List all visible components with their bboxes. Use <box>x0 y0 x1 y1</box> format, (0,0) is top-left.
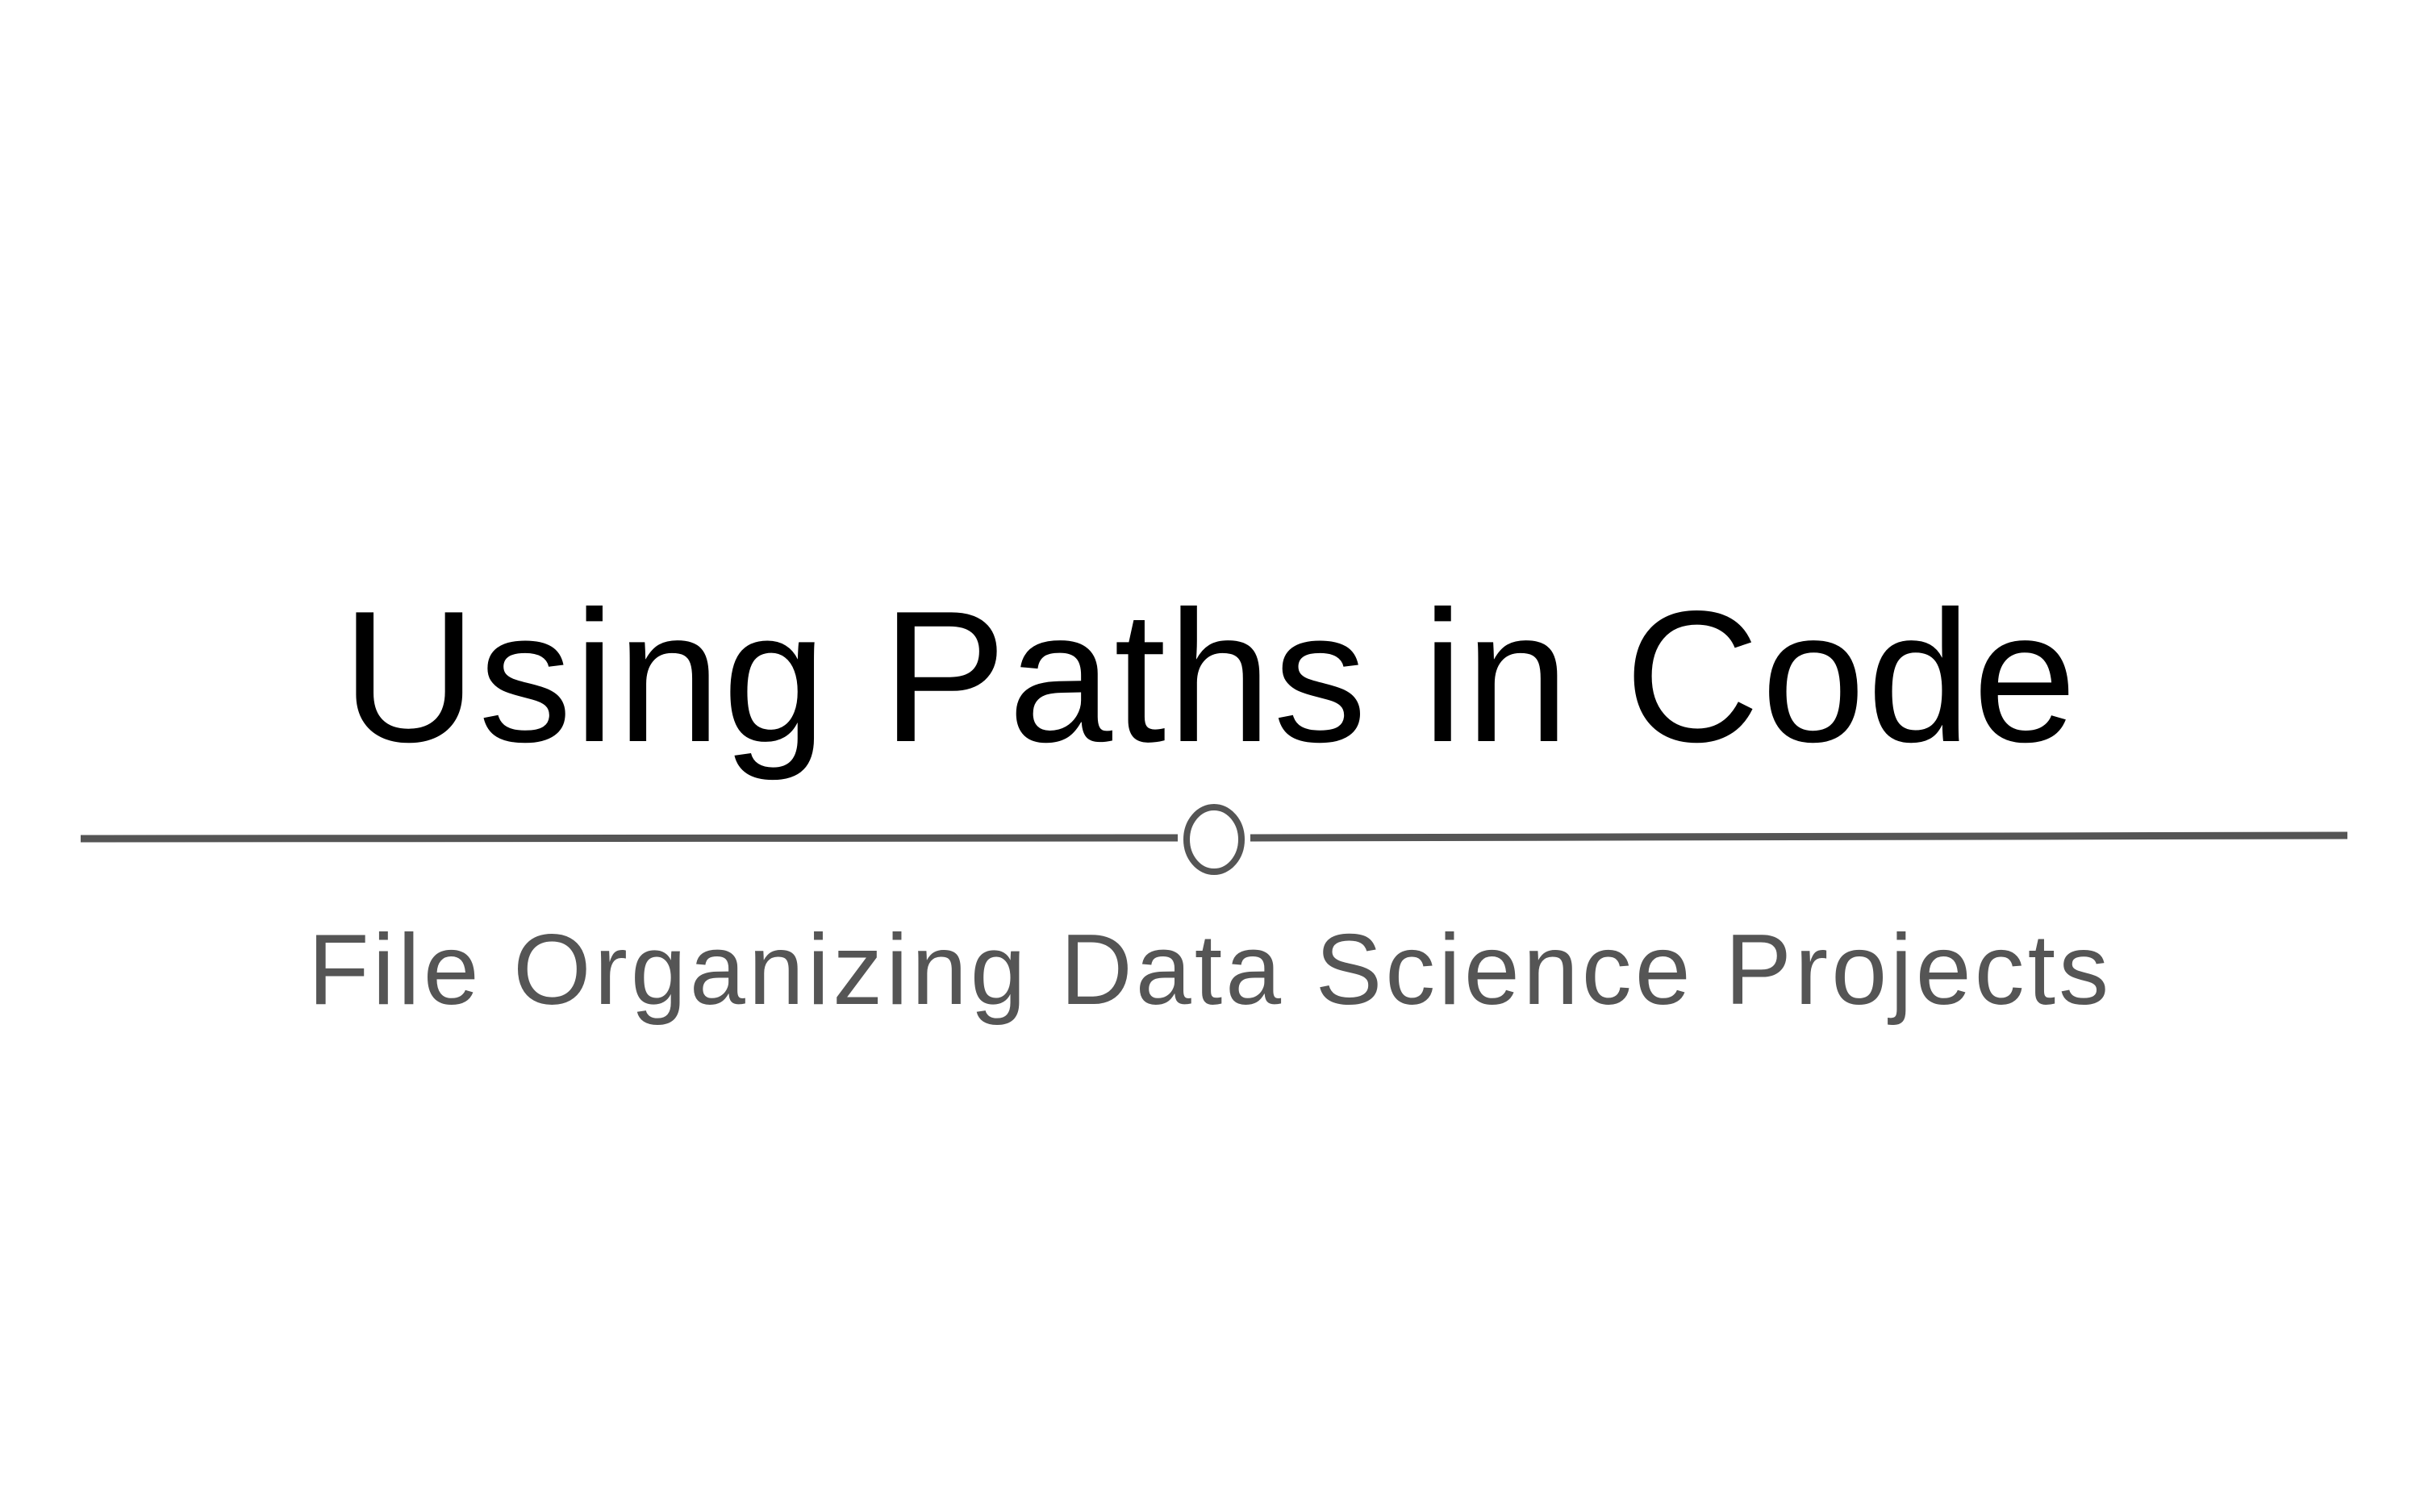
slide-subtitle: File Organizing Data Science Projects <box>307 914 2113 1026</box>
title-divider <box>81 804 2348 875</box>
title-slide: Using Paths in Code File Organizing Data… <box>0 0 2420 1512</box>
slide-title: Using Paths in Code <box>341 573 2079 781</box>
divider-line-right <box>1250 831 2348 842</box>
divider-line-left <box>81 834 1179 843</box>
circle-ornament-icon <box>1183 804 1245 875</box>
